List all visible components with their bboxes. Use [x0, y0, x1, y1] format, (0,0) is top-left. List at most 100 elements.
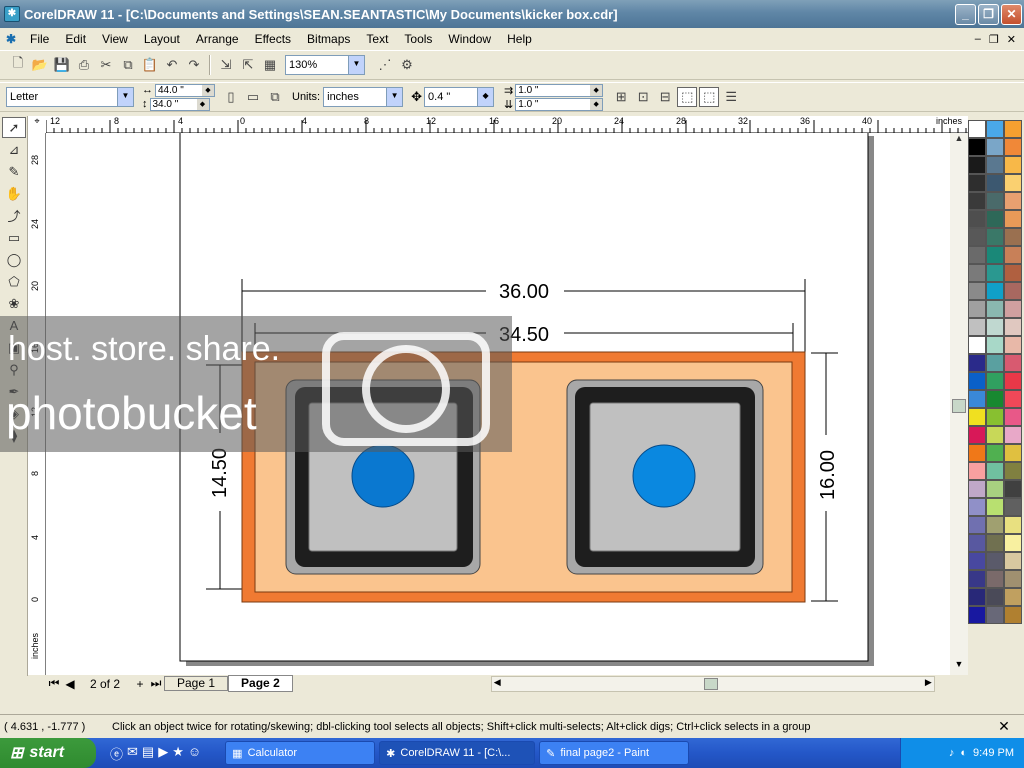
- color-swatch[interactable]: [986, 138, 1004, 156]
- spin-icon[interactable]: ◆: [202, 84, 214, 96]
- color-swatch[interactable]: [968, 552, 986, 570]
- color-swatch[interactable]: [1004, 372, 1022, 390]
- color-swatch[interactable]: [1004, 228, 1022, 246]
- grid-icon[interactable]: ⊞: [611, 87, 631, 107]
- color-swatch[interactable]: [1004, 516, 1022, 534]
- tab-page-1[interactable]: Page 1: [164, 676, 229, 691]
- color-swatch[interactable]: [986, 426, 1004, 444]
- polygon-tool-icon[interactable]: ⬠: [2, 271, 26, 292]
- color-swatch[interactable]: [986, 498, 1004, 516]
- spin-icon[interactable]: ◆: [590, 98, 603, 110]
- text-tool-icon[interactable]: A: [2, 315, 26, 336]
- color-swatch[interactable]: [1004, 354, 1022, 372]
- color-swatch[interactable]: [1004, 462, 1022, 480]
- ellipse-tool-icon[interactable]: ◯: [2, 249, 26, 270]
- color-swatch[interactable]: [968, 426, 986, 444]
- snap-to-grid-icon[interactable]: ⋰: [375, 55, 395, 75]
- horizontal-scrollbar[interactable]: ◀ ▶: [490, 675, 935, 692]
- interactive-fill-icon[interactable]: ▣: [2, 337, 26, 358]
- color-swatch[interactable]: [986, 300, 1004, 318]
- options-list-icon[interactable]: ☰: [721, 87, 741, 107]
- color-swatch[interactable]: [1004, 606, 1022, 624]
- cut-icon[interactable]: ✂: [96, 55, 116, 75]
- color-swatch[interactable]: [968, 516, 986, 534]
- scroll-thumb[interactable]: [703, 677, 718, 690]
- color-swatch[interactable]: [1004, 426, 1022, 444]
- color-swatch[interactable]: [968, 228, 986, 246]
- color-swatch[interactable]: [1004, 570, 1022, 588]
- nudge-field[interactable]: 0.4 " ◆: [424, 87, 495, 107]
- shape-tool-icon[interactable]: ⊿: [2, 139, 26, 160]
- menu-text[interactable]: Text: [358, 32, 396, 46]
- save-icon[interactable]: 💾: [52, 55, 72, 75]
- color-swatch[interactable]: [968, 156, 986, 174]
- app-icon[interactable]: ★: [172, 744, 184, 763]
- undo-icon[interactable]: ↶: [162, 55, 182, 75]
- vertical-ruler[interactable]: 28 24 20 16 12 8 4 0 inches: [28, 133, 46, 675]
- color-swatch[interactable]: [986, 174, 1004, 192]
- color-swatch[interactable]: [968, 192, 986, 210]
- basic-shapes-icon[interactable]: ❀: [2, 293, 26, 314]
- redo-icon[interactable]: ↷: [184, 55, 204, 75]
- landscape-icon[interactable]: ▭: [243, 87, 263, 107]
- color-swatch[interactable]: [1004, 552, 1022, 570]
- color-swatch[interactable]: [986, 534, 1004, 552]
- mesh-fill-icon[interactable]: ⧫: [2, 425, 26, 446]
- color-swatch[interactable]: [1004, 264, 1022, 282]
- color-swatch[interactable]: [986, 480, 1004, 498]
- horizontal-ruler[interactable]: 12 8 4 0 4 8 12 16 20 24 28 32 36 40 inc…: [46, 116, 968, 133]
- color-swatch[interactable]: [986, 228, 1004, 246]
- color-swatch[interactable]: [968, 210, 986, 228]
- color-swatch[interactable]: [1004, 300, 1022, 318]
- chevron-down-icon[interactable]: ▼: [348, 56, 364, 74]
- dup-x-field[interactable]: 1.0 " ◆: [515, 83, 604, 97]
- email-icon[interactable]: ✉: [127, 744, 138, 763]
- color-swatch[interactable]: [968, 408, 986, 426]
- color-swatch[interactable]: [968, 354, 986, 372]
- pick-tool-icon[interactable]: ➚: [2, 117, 26, 138]
- woofer-left-dustcap[interactable]: [351, 444, 415, 508]
- color-swatch[interactable]: [968, 372, 986, 390]
- color-swatch[interactable]: [1004, 444, 1022, 462]
- snap-objects-icon[interactable]: ⊟: [655, 87, 675, 107]
- color-swatch[interactable]: [986, 588, 1004, 606]
- color-swatch[interactable]: [968, 390, 986, 408]
- color-swatch[interactable]: [986, 552, 1004, 570]
- treat-as-filled-icon[interactable]: ⬚: [677, 87, 698, 107]
- color-swatch[interactable]: [1004, 138, 1022, 156]
- menu-layout[interactable]: Layout: [136, 32, 188, 46]
- color-swatch[interactable]: [968, 570, 986, 588]
- zoom-combo[interactable]: 130% ▼: [285, 55, 365, 75]
- color-swatch[interactable]: [1004, 336, 1022, 354]
- units-combo[interactable]: inches ▼: [323, 87, 404, 107]
- scroll-left-icon[interactable]: ◀: [494, 677, 501, 688]
- color-swatch[interactable]: [968, 606, 986, 624]
- spin-icon[interactable]: ◆: [590, 84, 603, 96]
- color-swatch[interactable]: [1004, 480, 1022, 498]
- ie-icon[interactable]: ⓔ: [110, 744, 123, 763]
- doc-close-button[interactable]: ✕: [1007, 33, 1016, 46]
- woofer-right-dustcap[interactable]: [632, 444, 696, 508]
- minimize-button[interactable]: _: [955, 3, 976, 25]
- chevron-down-icon[interactable]: ▼: [386, 88, 403, 106]
- import-icon[interactable]: ⇲: [216, 55, 236, 75]
- color-swatch[interactable]: [968, 120, 986, 138]
- menu-help[interactable]: Help: [499, 32, 540, 46]
- messenger-icon[interactable]: ☺: [188, 744, 201, 763]
- color-swatch[interactable]: [1004, 120, 1022, 138]
- tab-page-2[interactable]: Page 2: [228, 675, 293, 692]
- color-swatch[interactable]: [986, 354, 1004, 372]
- color-swatch[interactable]: [986, 156, 1004, 174]
- menu-tools[interactable]: Tools: [396, 32, 440, 46]
- color-swatch[interactable]: [1004, 498, 1022, 516]
- coreldraw-app-icon[interactable]: ✱: [4, 6, 20, 22]
- snap-guidelines-icon[interactable]: ⊡: [633, 87, 653, 107]
- color-swatch[interactable]: [968, 138, 986, 156]
- options-icon[interactable]: ⚙: [397, 55, 417, 75]
- color-swatch[interactable]: [986, 318, 1004, 336]
- color-swatch[interactable]: [1004, 588, 1022, 606]
- volume-icon[interactable]: ◐: [960, 747, 967, 759]
- dup-y-field[interactable]: 1.0 " ◆: [515, 97, 604, 111]
- copy-icon[interactable]: ⧉: [118, 55, 138, 75]
- prev-page-icon[interactable]: ◀: [62, 677, 78, 691]
